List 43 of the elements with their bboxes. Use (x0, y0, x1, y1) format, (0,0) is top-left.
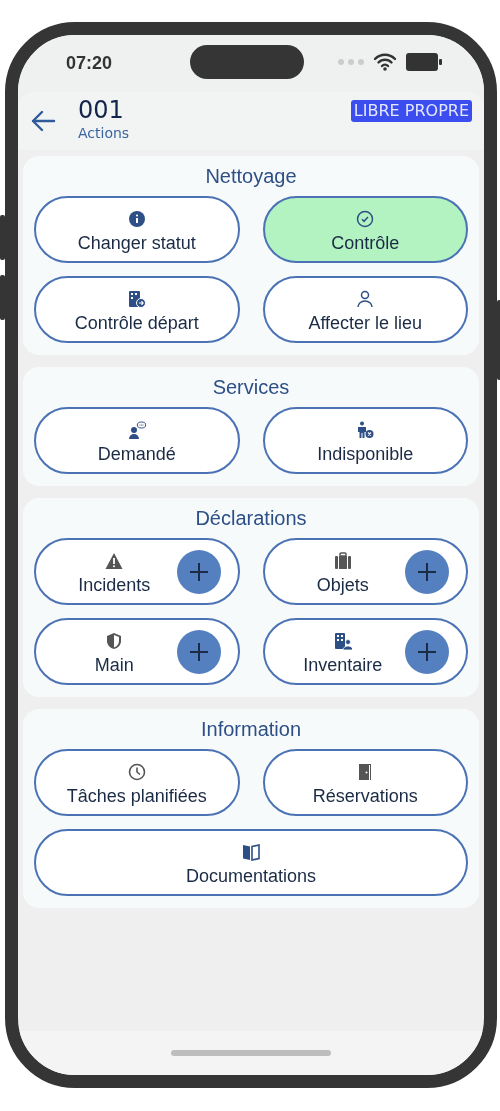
wifi-icon (373, 52, 397, 71)
plus-icon (188, 641, 209, 662)
action-button[interactable]: Incidents (34, 538, 240, 605)
action-button[interactable]: Indisponible (262, 407, 468, 474)
action-button[interactable]: Inventaire (262, 618, 468, 685)
back-arrow-icon[interactable] (30, 110, 56, 132)
add-button[interactable] (405, 549, 449, 594)
add-button[interactable] (405, 629, 449, 674)
action-button[interactable]: Demandé (34, 407, 240, 474)
plus-icon (188, 561, 209, 582)
plus-icon (417, 641, 437, 662)
status-time: 07:20 (66, 53, 114, 74)
section-title: Nettoyage (205, 164, 297, 188)
battery-icon (406, 52, 442, 71)
action-button[interactable]: Changer statut (34, 196, 240, 263)
check-circle-icon (356, 209, 375, 228)
room-number: 001 (78, 96, 125, 124)
action-button[interactable]: Tâches planifiées (34, 749, 240, 816)
shield-icon (105, 631, 124, 650)
section-title: Services (212, 375, 290, 399)
action-button[interactable]: Contrôle départ (34, 276, 240, 343)
person-outline-icon (356, 289, 375, 308)
person-cancel-icon (356, 420, 375, 439)
action-button[interactable]: Documentations (34, 829, 468, 896)
section-title: Déclarations (195, 506, 307, 530)
building-arrow-icon (127, 289, 146, 308)
section-title: Information (200, 717, 302, 741)
signal-dots-icon (338, 58, 364, 65)
book-icon (242, 842, 260, 861)
page-subtitle: Actions (78, 124, 130, 142)
warning-icon (105, 551, 124, 570)
suitcase-icon (333, 551, 352, 570)
plus-icon (417, 561, 437, 582)
action-button[interactable]: Contrôle (262, 196, 468, 263)
action-button[interactable]: Affecter le lieu (262, 276, 468, 343)
clock-icon (127, 762, 146, 781)
building-person-icon (333, 631, 352, 650)
action-button[interactable]: Main (34, 618, 240, 685)
status-badge: LIBRE PROPRE (350, 100, 472, 122)
info-icon (127, 209, 146, 228)
action-button[interactable]: Objets (262, 538, 468, 605)
person-speech-icon (127, 420, 146, 439)
action-button[interactable]: Réservations (262, 749, 468, 816)
